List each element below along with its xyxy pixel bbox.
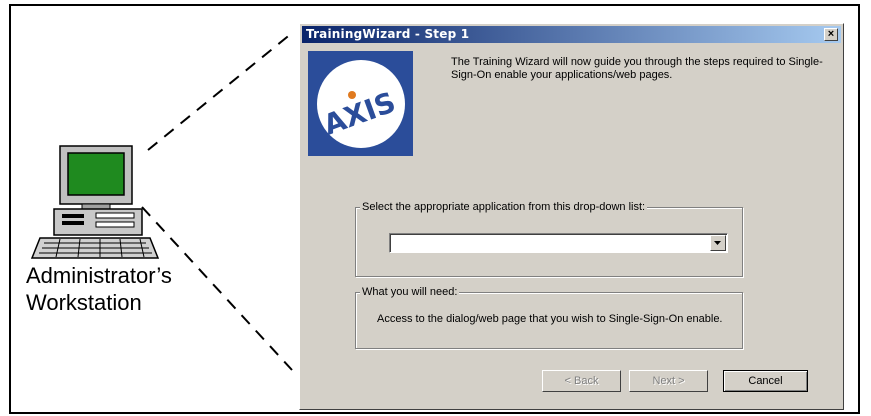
close-button[interactable]: × [824,28,838,41]
computer-icon [30,145,160,259]
requirements-group: What you will need: Access to the dialog… [355,286,743,349]
application-dropdown[interactable] [389,233,728,253]
dropdown-button[interactable] [710,235,726,251]
dialog-titlebar[interactable]: TrainingWizard - Step 1 × [302,26,841,43]
workstation-label: Administrator’s Workstation [26,262,172,316]
next-button[interactable]: Next > [629,370,708,392]
requirements-text: Access to the dialog/web page that you w… [377,313,723,325]
workstation-label-line1: Administrator’s [26,263,172,288]
chevron-down-icon [714,241,721,245]
training-wizard-dialog: TrainingWizard - Step 1 × AXIS The Train… [299,23,844,410]
workstation-label-line2: Workstation [26,290,142,315]
dialog-title: TrainingWizard - Step 1 [306,27,470,41]
application-select-group: Select the appropriate application from … [355,201,743,277]
callout-line-top [147,32,293,151]
close-icon: × [827,28,835,40]
axis-logo: AXIS [308,51,413,156]
requirements-legend: What you will need: [360,286,460,299]
application-select-legend: Select the appropriate application from … [360,201,648,214]
back-button[interactable]: < Back [542,370,621,392]
intro-text: The Training Wizard will now guide you t… [451,56,823,81]
cancel-button[interactable]: Cancel [723,370,808,392]
